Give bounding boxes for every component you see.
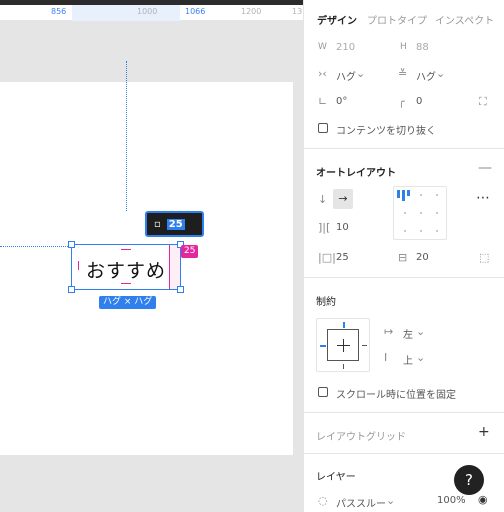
independent-corners-icon[interactable]: ⛶ <box>479 96 487 108</box>
fix-scroll-label: スクロール時に位置を固定 <box>336 390 456 401</box>
align-bar <box>402 190 405 201</box>
height-label: H <box>400 42 407 52</box>
help-button[interactable]: ? <box>454 465 484 495</box>
chevron-down-icon: ⌄ <box>356 67 366 80</box>
spacing-icon: ]|[ <box>318 221 331 234</box>
ruler-selection-range <box>72 5 180 21</box>
resize-handle[interactable] <box>68 286 75 293</box>
ruler-tick: 856 <box>51 7 67 16</box>
blend-mode-select[interactable]: パススルー <box>336 495 386 510</box>
chevron-down-icon: ⌄ <box>416 351 426 364</box>
constraint-center-v[interactable] <box>343 339 344 352</box>
align-dot[interactable] <box>404 230 406 232</box>
padding-value-badge: 25 <box>181 245 199 258</box>
align-bar <box>397 190 400 198</box>
horizontal-constraint-select[interactable]: 左 <box>403 326 413 341</box>
vertical-constraint-select[interactable]: 上 <box>403 352 413 367</box>
align-dot[interactable] <box>404 212 406 214</box>
hug-height-icon: ≚ <box>398 67 408 80</box>
ruler-tick: 1066 <box>185 7 206 16</box>
clip-content-checkbox[interactable] <box>318 123 328 133</box>
padding-tooltip[interactable]: ▫ 25 <box>145 211 204 237</box>
align-dot[interactable] <box>436 230 438 232</box>
add-grid-icon[interactable]: + <box>478 425 490 439</box>
align-dot[interactable] <box>436 212 438 214</box>
layer-title: レイヤー <box>316 472 356 483</box>
tab-prototype[interactable]: プロトタイプ <box>367 12 427 27</box>
align-dot[interactable] <box>420 194 422 196</box>
constraint-right[interactable] <box>362 345 367 346</box>
corner-radius-icon: ╭ <box>398 95 405 108</box>
align-bar <box>407 190 410 196</box>
direction-horizontal-button[interactable]: → <box>333 189 353 209</box>
horizontal-guide <box>0 246 72 247</box>
ruler-tick: 1200 <box>241 7 262 16</box>
text-layer[interactable]: おすすめ <box>86 256 166 283</box>
divider <box>303 148 504 149</box>
constraint-left[interactable] <box>320 345 326 347</box>
tab-inspect[interactable]: インスペクト <box>435 12 494 27</box>
tab-design[interactable]: デザイン <box>317 12 357 27</box>
align-dot[interactable] <box>436 194 438 196</box>
align-dot[interactable] <box>420 212 422 214</box>
width-label: W <box>318 42 327 52</box>
horizontal-constraint-icon: ↦ <box>384 325 394 338</box>
ruler-tick: 13 <box>292 7 303 16</box>
size-badge: ハグ × ハグ <box>99 296 157 309</box>
horizontal-ruler: 856 1000 1066 1200 13 <box>0 5 303 21</box>
blend-mode-icon: ◌ <box>318 494 328 507</box>
vertical-padding-icon: ⊟ <box>398 251 408 264</box>
height-field[interactable]: 88 <box>416 42 429 53</box>
resize-handle[interactable] <box>177 286 184 293</box>
more-options-icon[interactable]: ⋯ <box>476 191 490 205</box>
chevron-down-icon: ⌄ <box>386 494 396 507</box>
constraints-title: 制約 <box>316 297 336 308</box>
layout-grid-title: レイアウトグリッド <box>316 432 406 443</box>
hug-width-select[interactable]: ハグ <box>336 68 356 83</box>
corner-radius-field[interactable]: 0 <box>416 96 422 107</box>
divider <box>303 412 504 413</box>
hug-height-select[interactable]: ハグ <box>416 68 436 83</box>
eye-icon[interactable]: ◉ <box>478 494 488 506</box>
rotation-field[interactable]: 0° <box>336 96 347 107</box>
constraint-top[interactable] <box>343 322 345 328</box>
vertical-constraint-icon: I <box>384 351 388 364</box>
horizontal-padding-icon: |□| <box>318 251 336 264</box>
direction-vertical-icon[interactable]: ↓ <box>318 194 327 206</box>
arrow-right-icon: → <box>338 192 348 205</box>
chevron-down-icon: ⌄ <box>436 67 446 80</box>
constraint-bottom[interactable] <box>343 364 344 369</box>
constraints-widget[interactable] <box>316 318 370 372</box>
padding-icon: ▫ <box>154 218 161 230</box>
clip-content-label: コンテンツを切り抜く <box>336 126 436 137</box>
vertical-padding-field[interactable]: 20 <box>416 252 429 263</box>
divider <box>303 453 504 454</box>
individual-padding-icon[interactable]: ⬚ <box>479 252 489 264</box>
opacity-field[interactable]: 100% <box>437 495 466 506</box>
tooltip-value[interactable]: 25 <box>166 218 185 230</box>
divider <box>303 277 504 278</box>
spacing-field[interactable]: 10 <box>336 222 349 233</box>
autolayout-title: オートレイアウト <box>316 168 396 179</box>
remove-autolayout-icon[interactable]: — <box>478 161 492 175</box>
fix-scroll-checkbox[interactable] <box>318 387 328 397</box>
align-dot[interactable] <box>420 230 422 232</box>
panel-tabs: デザイン プロトタイプ インスペクト <box>304 12 504 30</box>
vertical-guide <box>126 61 127 211</box>
ruler-tick: 1000 <box>137 7 158 16</box>
chevron-down-icon: ⌄ <box>416 325 426 338</box>
hug-width-icon: ›‹ <box>318 67 327 80</box>
width-field[interactable]: 210 <box>336 42 355 53</box>
alignment-grid[interactable] <box>393 186 447 240</box>
horizontal-padding-field[interactable]: 25 <box>336 252 349 263</box>
resize-handle[interactable] <box>68 241 75 248</box>
rotation-icon: ∟ <box>318 95 328 108</box>
